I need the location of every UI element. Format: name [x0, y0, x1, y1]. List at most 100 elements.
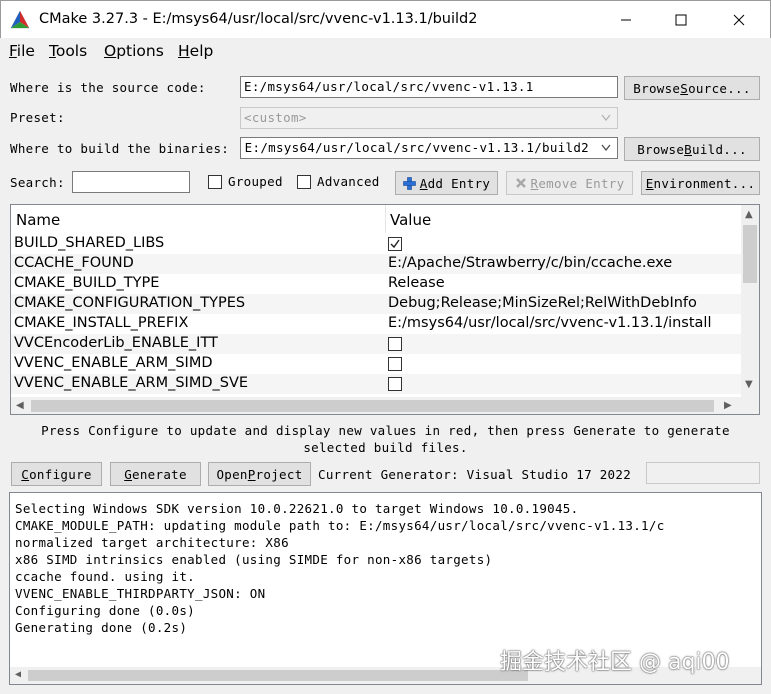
menu-help-mnemonic: H — [178, 42, 190, 60]
log-scroll-thumb[interactable] — [28, 670, 528, 681]
cell-value[interactable] — [388, 355, 402, 375]
grouped-checkbox[interactable]: Grouped — [208, 174, 283, 189]
remove-entry-mnemonic: R — [530, 175, 539, 191]
cell-name: VVCEncoderLib_ENABLE_ITT — [14, 335, 218, 351]
menu-options-label: ptions — [116, 42, 164, 60]
browse-build-button[interactable]: Browse Build... — [624, 137, 760, 161]
log-line: Generating done (0.2s) — [15, 620, 188, 635]
add-entry-label: dd Entry — [427, 175, 491, 191]
configure-label: onfigure — [29, 466, 92, 482]
configure-hint: Press Configure to update and display ne… — [0, 422, 771, 456]
menu-tools[interactable]: Tools — [49, 42, 87, 60]
table-vertical-scrollbar[interactable]: ▲ ▼ — [741, 205, 759, 397]
log-line: VVENC_ENABLE_THIRDPARTY_JSON: ON — [15, 586, 266, 601]
maximize-button[interactable] — [658, 1, 704, 39]
generate-mnemonic: G — [124, 466, 133, 482]
preset-select[interactable]: <custom> — [240, 107, 618, 129]
environment-button[interactable]: Environment... — [641, 171, 760, 195]
advanced-label: Advanced — [317, 174, 380, 189]
window-title: CMake 3.27.3 - E:/msys64/usr/local/src/v… — [39, 11, 478, 27]
cache-table[interactable]: Name Value BUILD_SHARED_LIBS CCACHE_FOUND… — [10, 204, 760, 415]
browse-build-label-pre: Browse — [637, 141, 685, 157]
open-project-button[interactable]: Open Project — [208, 462, 311, 486]
open-project-mnemonic: P — [247, 466, 256, 482]
log-line: x86 SIMD intrinsics enabled (using SIMDE… — [15, 552, 493, 567]
cell-value[interactable]: E:/msys64/usr/local/src/vvenc-v1.13.1/in… — [388, 315, 711, 331]
advanced-checkbox-box[interactable] — [297, 174, 311, 189]
browse-source-mnemonic: S — [680, 80, 689, 96]
table-row[interactable]: CMAKE_CONFIGURATION_TYPES Debug;Release;M… — [11, 294, 741, 314]
menu-options-mnemonic: O — [104, 42, 117, 60]
cell-value[interactable] — [388, 335, 402, 355]
table-row[interactable]: VVCEncoderLib_ENABLE_ITT — [11, 334, 741, 354]
plus-icon — [402, 176, 416, 190]
unchecked-checkbox[interactable] — [388, 357, 402, 371]
scroll-up-icon[interactable]: ▲ — [745, 210, 753, 220]
add-entry-mnemonic: A — [419, 175, 428, 191]
table-row[interactable]: VVENC_ENABLE_ARM_SIMD_SVE — [11, 374, 741, 394]
scroll-left-icon[interactable]: ◀ — [15, 670, 21, 680]
watermark: 掘金技术社区 @ aqi00 — [500, 650, 730, 675]
table-row[interactable]: VVENC_ENABLE_ARM_SIMD — [11, 354, 741, 374]
current-generator: Current Generator: Visual Studio 17 2022 — [318, 467, 632, 482]
close-icon — [733, 14, 745, 26]
advanced-checkbox[interactable]: Advanced — [297, 174, 380, 189]
scroll-down-icon[interactable]: ▼ — [745, 380, 753, 390]
cell-name: CMAKE_BUILD_TYPE — [14, 275, 160, 291]
hint-line-1: Press Configure to update and display ne… — [41, 423, 730, 438]
column-divider[interactable] — [385, 205, 386, 233]
browse-source-button[interactable]: Browse Source... — [624, 76, 760, 100]
unchecked-checkbox[interactable] — [388, 377, 402, 391]
vertical-scroll-thumb[interactable] — [743, 225, 757, 283]
scrollbar-corner — [741, 397, 759, 414]
menu-tools-label: ools — [55, 42, 88, 60]
cell-name: VVENC_ENABLE_ARM_SIMD_SVE — [14, 375, 249, 391]
unchecked-checkbox[interactable] — [388, 337, 402, 351]
menu-file[interactable]: File — [9, 42, 35, 60]
column-header-value[interactable]: Value — [390, 211, 431, 229]
build-select[interactable]: E:/msys64/usr/local/src/vvenc-v1.13.1/bu… — [240, 137, 618, 159]
cell-value[interactable]: Debug;Release;MinSizeRel;RelWithDebInfo — [388, 295, 697, 311]
table-row[interactable]: BUILD_SHARED_LIBS — [11, 234, 741, 254]
log-line: Selecting Windows SDK version 10.0.22621… — [15, 501, 579, 516]
menu-file-label: ile — [16, 42, 35, 60]
menu-help[interactable]: Help — [178, 42, 213, 60]
grouped-checkbox-box[interactable] — [208, 174, 222, 189]
menu-bar: File Tools Options Help — [0, 38, 771, 66]
scroll-left-icon[interactable]: ◀ — [16, 401, 24, 411]
search-input[interactable] — [72, 171, 190, 193]
cell-name: CMAKE_CONFIGURATION_TYPES — [14, 295, 246, 311]
remove-entry-button[interactable]: Remove Entry — [506, 171, 633, 195]
grouped-label: Grouped — [228, 174, 283, 189]
table-row[interactable]: CMAKE_INSTALL_PREFIX E:/msys64/usr/local/… — [11, 314, 741, 334]
menu-options[interactable]: Options — [104, 42, 164, 60]
horizontal-scroll-thumb[interactable] — [31, 400, 714, 412]
table-horizontal-scrollbar[interactable]: ◀ ▶ — [11, 397, 741, 414]
minimize-button[interactable] — [603, 1, 649, 39]
table-row[interactable]: CMAKE_BUILD_TYPE Release — [11, 274, 741, 294]
environment-mnemonic: E — [645, 175, 654, 191]
table-row[interactable]: CCACHE_FOUND E:/Apache/Strawberry/c/bin/c… — [11, 254, 741, 274]
cell-value[interactable] — [388, 375, 402, 395]
column-header-name[interactable]: Name — [16, 211, 60, 229]
checked-checkbox[interactable] — [388, 237, 402, 251]
chevron-down-icon — [601, 144, 611, 151]
title-bar[interactable]: CMake 3.27.3 - E:/msys64/usr/local/src/v… — [0, 0, 771, 38]
source-input[interactable]: E:/msys64/usr/local/src/vvenc-v1.13.1 — [240, 76, 618, 98]
generate-label: enerate — [132, 466, 187, 482]
log-line: ccache found. using it. — [15, 569, 195, 584]
checkmark-icon — [390, 239, 400, 249]
cell-value[interactable] — [388, 235, 402, 255]
close-button[interactable] — [716, 1, 762, 39]
cell-name: VVENC_ENABLE_ARM_SIMD — [14, 355, 213, 371]
scroll-right-icon[interactable]: ▶ — [724, 401, 732, 411]
table-header: Name Value — [11, 205, 741, 233]
log-line: Configuring done (0.0s) — [15, 603, 195, 618]
add-entry-button[interactable]: Add Entry — [395, 171, 498, 195]
cell-value[interactable]: Release — [388, 275, 445, 291]
configure-button[interactable]: Configure — [11, 462, 102, 486]
cell-value[interactable]: E:/Apache/Strawberry/c/bin/ccache.exe — [388, 255, 672, 271]
generate-button[interactable]: Generate — [110, 462, 201, 486]
configure-mnemonic: C — [21, 466, 30, 482]
minimize-icon — [621, 19, 631, 21]
